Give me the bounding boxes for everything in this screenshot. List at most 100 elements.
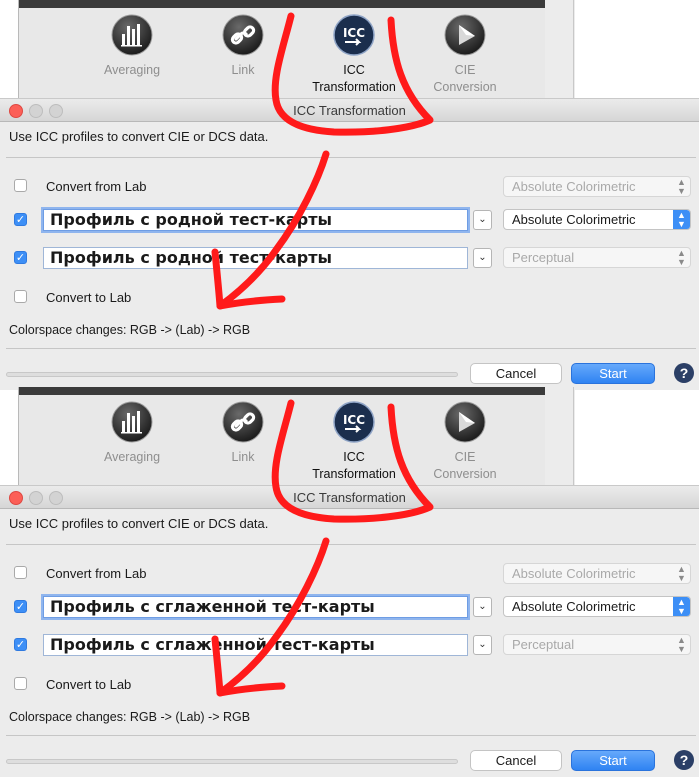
source-profile-checkbox[interactable]: ✓ — [14, 600, 27, 613]
screen-panel-2: Averaging Link ICC ICC Transformation CI… — [0, 387, 699, 777]
toolbar-label-line1: CIE — [454, 450, 476, 464]
toolbar-label-line1: CIE — [454, 63, 476, 77]
description-text: Use ICC profiles to convert CIE or DCS d… — [9, 129, 269, 144]
select-value: Absolute Colorimetric — [512, 599, 636, 614]
convert-to-lab-label: Convert to Lab — [46, 677, 132, 692]
toolbar-label-line1: ICC — [343, 450, 365, 464]
source-intent-select[interactable]: Absolute Colorimetric ▲ ▼ — [503, 209, 691, 230]
toolbar-label-line2: Transformation — [312, 467, 396, 481]
dest-profile-checkbox[interactable]: ✓ — [14, 251, 27, 264]
chain-link-icon — [222, 14, 264, 56]
source-profile-dropdown-button[interactable]: ⌄ — [473, 597, 492, 617]
icc-transformation-dialog: ICC Transformation Use ICC profiles to c… — [0, 98, 699, 390]
help-button[interactable]: ? — [674, 750, 694, 770]
toolbar-averaging[interactable]: Averaging — [87, 14, 177, 79]
background-window: Averaging Link ICC ICC Transformation CI… — [18, 0, 547, 100]
select-value: Absolute Colorimetric — [512, 566, 636, 581]
source-intent-select[interactable]: Absolute Colorimetric ▲ ▼ — [503, 596, 691, 617]
from-lab-intent-select[interactable]: Absolute Colorimetric ▲ ▼ — [503, 563, 691, 584]
window-title: ICC Transformation — [293, 490, 406, 505]
window-title: ICC Transformation — [293, 103, 406, 118]
background-window: Averaging Link ICC ICC Transformation CI… — [18, 387, 547, 487]
convert-from-lab-checkbox[interactable] — [14, 179, 27, 192]
convert-to-lab-checkbox[interactable] — [14, 290, 27, 303]
source-profile-checkbox[interactable]: ✓ — [14, 213, 27, 226]
select-value: Perceptual — [512, 250, 575, 265]
toolbar-averaging[interactable]: Averaging — [87, 401, 177, 466]
toolbar-cie-conversion[interactable]: CIE Conversion — [420, 401, 510, 483]
source-profile-field[interactable]: Профиль с родной тест-карты — [43, 209, 468, 231]
dest-profile-dropdown-button[interactable]: ⌄ — [473, 635, 492, 655]
dest-profile-dropdown-button[interactable]: ⌄ — [473, 248, 492, 268]
histogram-icon — [111, 401, 153, 443]
progress-bar — [6, 372, 458, 377]
window-divider — [545, 0, 575, 100]
chevron-down-icon: ⌄ — [478, 252, 487, 263]
prism-icon — [444, 14, 486, 56]
screen-panel-1: Averaging Link ICC ICC Transformation CI… — [0, 0, 699, 390]
chevron-down-icon: ⌄ — [478, 214, 487, 225]
updown-chevron-icon: ▲ ▼ — [677, 248, 686, 267]
dest-intent-select[interactable]: Perceptual ▲ ▼ — [503, 247, 691, 268]
divider — [6, 544, 696, 545]
toolbar-label: Link — [231, 63, 255, 77]
updown-chevron-icon: ▲ ▼ — [677, 635, 686, 654]
colorspace-changes-text: Colorspace changes: RGB -> (Lab) -> RGB — [9, 323, 251, 337]
source-profile-field[interactable]: Профиль с сглаженной тест-карты — [43, 596, 468, 618]
start-button[interactable]: Start — [571, 750, 655, 771]
toolbar-label: Averaging — [103, 450, 161, 464]
toolbar-label-line2: Transformation — [312, 80, 396, 94]
source-profile-dropdown-button[interactable]: ⌄ — [473, 210, 492, 230]
help-button[interactable]: ? — [674, 363, 694, 383]
svg-text:ICC: ICC — [343, 413, 365, 427]
toolbar-label: Averaging — [103, 63, 161, 77]
convert-from-lab-label: Convert from Lab — [46, 179, 147, 194]
title-bar[interactable]: ICC Transformation — [0, 486, 699, 509]
toolbar-label: CIE Conversion — [420, 62, 510, 96]
prism-icon — [444, 401, 486, 443]
description-text: Use ICC profiles to convert CIE or DCS d… — [9, 516, 269, 531]
toolbar-icc-transformation[interactable]: ICC ICC Transformation ICC Transformatio… — [309, 401, 399, 483]
cancel-button[interactable]: Cancel — [470, 750, 562, 771]
dest-intent-select[interactable]: Perceptual ▲ ▼ — [503, 634, 691, 655]
select-value: Absolute Colorimetric — [512, 179, 636, 194]
divider — [6, 735, 696, 736]
progress-bar — [6, 759, 458, 764]
updown-chevron-icon: ▲ ▼ — [677, 564, 686, 583]
updown-chevron-icon: ▲ ▼ — [673, 597, 690, 616]
from-lab-intent-select[interactable]: Absolute Colorimetric ▲ ▼ — [503, 176, 691, 197]
title-bar[interactable]: ICC Transformation — [0, 99, 699, 122]
divider — [6, 157, 696, 158]
svg-text:ICC: ICC — [343, 26, 365, 40]
convert-from-lab-checkbox[interactable] — [14, 566, 27, 579]
convert-to-lab-label: Convert to Lab — [46, 290, 132, 305]
toolbar-link[interactable]: Link — [198, 14, 288, 79]
toolbar-link[interactable]: Link — [198, 401, 288, 466]
icc-icon: ICC — [333, 401, 375, 443]
dest-profile-field[interactable]: Профиль с сглаженной тест-карты — [43, 634, 468, 656]
divider — [6, 348, 696, 349]
histogram-icon — [111, 14, 153, 56]
colorspace-changes-text: Colorspace changes: RGB -> (Lab) -> RGB — [9, 710, 251, 724]
updown-chevron-icon: ▲ ▼ — [677, 177, 686, 196]
toolbar-icc-transformation[interactable]: ICC ICC Transformation ICC Transformatio… — [309, 14, 399, 96]
window-divider — [545, 387, 575, 487]
select-value: Perceptual — [512, 637, 575, 652]
dest-profile-checkbox[interactable]: ✓ — [14, 638, 27, 651]
chain-link-icon — [222, 401, 264, 443]
toolbar-label: Link — [231, 450, 255, 464]
toolbar-label-line1: ICC — [343, 63, 365, 77]
select-value: Absolute Colorimetric — [512, 212, 636, 227]
toolbar-label: CIE Conversion — [420, 449, 510, 483]
window-top-band — [19, 387, 546, 395]
convert-to-lab-checkbox[interactable] — [14, 677, 27, 690]
toolbar-cie-conversion[interactable]: CIE Conversion — [420, 14, 510, 96]
chevron-down-icon: ⌄ — [478, 639, 487, 650]
icc-icon: ICC — [333, 14, 375, 56]
toolbar-label: ICC Transformation ICC Transformation — [309, 62, 399, 96]
cancel-button[interactable]: Cancel — [470, 363, 562, 384]
dest-profile-field[interactable]: Профиль с родной тест-карты — [43, 247, 468, 269]
toolbar-label-line2: Conversion — [433, 467, 497, 481]
convert-from-lab-label: Convert from Lab — [46, 566, 147, 581]
start-button[interactable]: Start — [571, 363, 655, 384]
